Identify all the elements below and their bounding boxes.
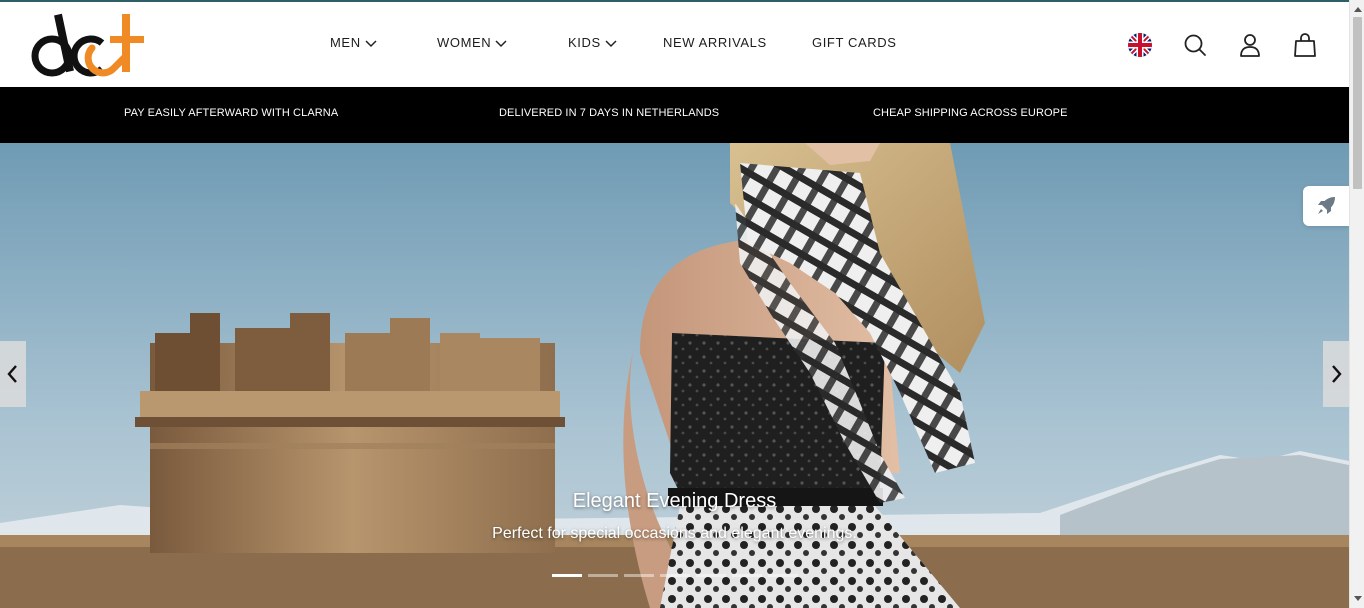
- slider-dot[interactable]: [624, 574, 654, 577]
- promo-bar: PAY EASILY AFTERWARD WITH CLARNA DELIVER…: [0, 87, 1349, 143]
- nav-item-new-arrivals[interactable]: NEW ARRIVALS: [663, 35, 767, 50]
- search-icon[interactable]: [1181, 31, 1209, 59]
- slider-dot[interactable]: [660, 574, 690, 577]
- nav-label: WOMEN: [437, 35, 492, 50]
- slider-dot[interactable]: [552, 574, 582, 577]
- promo-item: PAY EASILY AFTERWARD WITH CLARNA: [124, 107, 339, 119]
- nav-item-women[interactable]: WOMEN: [437, 35, 507, 50]
- nav-label: NEW ARRIVALS: [663, 35, 767, 50]
- slider-dot[interactable]: [696, 574, 726, 577]
- nav-label: GIFT CARDS: [812, 35, 897, 50]
- hero-slider: Elegant Evening Dress Perfect for specia…: [0, 143, 1349, 608]
- page-scrollbar[interactable]: [1349, 0, 1364, 608]
- slider-dot[interactable]: [768, 574, 798, 577]
- scroll-down-button[interactable]: [1350, 592, 1364, 606]
- nav-item-gift-cards[interactable]: GIFT CARDS: [812, 35, 897, 50]
- triangle-down-icon: [1353, 596, 1362, 601]
- nav-label: KIDS: [568, 35, 601, 50]
- slider-dot[interactable]: [732, 574, 762, 577]
- chevron-down-icon: [365, 39, 377, 47]
- slider-prev-button[interactable]: [0, 341, 26, 407]
- nav-item-kids[interactable]: KIDS: [568, 35, 617, 50]
- chevron-down-icon: [495, 39, 507, 47]
- scrollbar-thumb[interactable]: [1353, 17, 1362, 189]
- promo-item: DELIVERED IN 7 DAYS IN NETHERLANDS: [499, 107, 720, 119]
- promo-item: CHEAP SHIPPING ACROSS EUROPE: [873, 107, 1068, 119]
- site-header: MEN WOMEN KIDS NEW ARRIVALS GIFT CARDS: [0, 2, 1349, 87]
- slider-next-button[interactable]: [1323, 341, 1349, 407]
- slider-pagination: [552, 574, 798, 578]
- slider-dot[interactable]: [588, 574, 618, 577]
- floating-launch-button[interactable]: [1303, 186, 1349, 226]
- nav-label: MEN: [330, 35, 361, 50]
- chevron-right-icon: [1332, 365, 1342, 383]
- shopping-bag-icon[interactable]: [1291, 31, 1319, 59]
- chevron-left-icon: [7, 365, 17, 383]
- rocket-icon: [1318, 197, 1335, 214]
- triangle-up-icon: [1353, 7, 1362, 12]
- slide-title: Elegant Evening Dress: [572, 490, 777, 512]
- uk-flag-icon[interactable]: [1126, 31, 1154, 59]
- slide-subtitle: Perfect for special occasions and elegan…: [492, 525, 857, 542]
- scroll-up-button[interactable]: [1350, 2, 1364, 16]
- chevron-down-icon: [605, 39, 617, 47]
- brand-logo[interactable]: [30, 12, 146, 78]
- user-icon[interactable]: [1236, 31, 1264, 59]
- nav-item-men[interactable]: MEN: [330, 35, 377, 50]
